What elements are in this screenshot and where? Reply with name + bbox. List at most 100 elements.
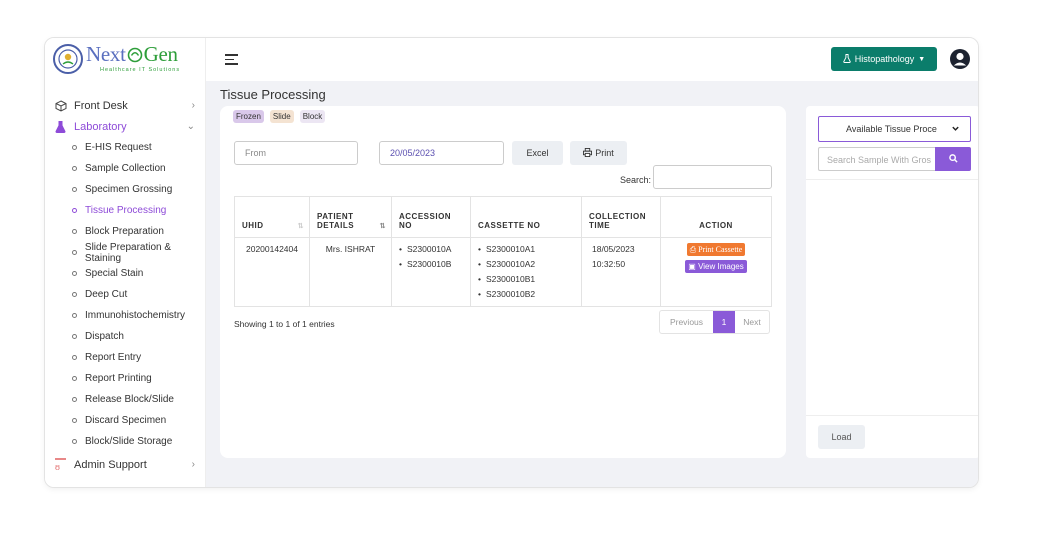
pagination-previous[interactable]: Previous xyxy=(660,311,713,333)
sidebar: Next Gen Healthcare IT Solutions Front De… xyxy=(45,38,206,487)
sidebar-subitem[interactable]: E-HIS Request xyxy=(45,137,206,158)
column-header-patient[interactable]: PATIENT DETAILS ⇅ xyxy=(309,196,392,238)
cell-uhid: 20200142404 xyxy=(234,237,310,307)
sidebar-subitem[interactable]: Release Block/Slide xyxy=(45,389,206,410)
sidebar-subitem[interactable]: Report Printing xyxy=(45,368,206,389)
department-label: Histopathology xyxy=(854,54,915,64)
sidebar-subitem[interactable]: Dispatch xyxy=(45,326,206,347)
brand-name-part1: Next xyxy=(86,42,126,67)
sidebar-subitem[interactable]: Block/Slide Storage xyxy=(45,431,206,452)
table-search-input[interactable] xyxy=(653,165,772,189)
column-header-uhid[interactable]: UHID ⇅ xyxy=(234,196,310,238)
to-date-input[interactable]: 20/05/2023 xyxy=(379,141,504,165)
print-cassette-button[interactable]: ⎙ Print Cassette xyxy=(686,243,746,256)
column-header-label: ACTION xyxy=(699,221,733,230)
collection-time: 10:32:50 xyxy=(592,259,626,269)
bullet-icon xyxy=(72,418,77,423)
pagination-page-1[interactable]: 1 xyxy=(713,311,735,333)
svg-text:ʊ: ʊ xyxy=(55,462,60,471)
load-label: Load xyxy=(831,432,852,442)
accession-item: S2300010B xyxy=(399,257,463,272)
tag-slide[interactable]: Slide xyxy=(269,110,294,123)
sidebar-item-label: Front Desk xyxy=(74,99,128,112)
sort-icon: ⇅ xyxy=(297,223,304,230)
divider xyxy=(806,415,978,416)
sidebar-subitem-label: Report Entry xyxy=(85,352,142,363)
sidebar-subitem[interactable]: Slide Preparation & Staining xyxy=(45,241,206,264)
pagination-next[interactable]: Next xyxy=(735,311,769,333)
column-header-label: PATIENT xyxy=(317,212,354,221)
chevron-right-icon: › xyxy=(191,459,195,470)
divider xyxy=(806,179,978,180)
cell-action: ⎙ Print Cassette ▣ View Images xyxy=(660,237,772,307)
print-button[interactable]: Print xyxy=(570,141,627,165)
column-header-label: CASSETTE NO xyxy=(478,221,541,230)
excel-label: Excel xyxy=(526,148,549,158)
sidebar-subitem-label: Tissue Processing xyxy=(85,205,167,216)
caret-down-icon: ▼ xyxy=(918,55,926,63)
printer-icon xyxy=(583,147,593,159)
tissue-processing-table: UHID ⇅ PATIENT DETAILS ⇅ ACCESSION NO CASSET… xyxy=(234,196,772,307)
tissue-processing-card: Frozen Slide Block From 20/05/2023 Excel… xyxy=(220,106,786,458)
load-button[interactable]: Load xyxy=(818,425,865,449)
bullet-icon xyxy=(72,292,77,297)
menu-toggle-icon[interactable] xyxy=(225,54,238,68)
sidebar-subitem[interactable]: Tissue Processing xyxy=(45,200,206,221)
table-row: 20200142404 Mrs. ISHRAT S2300010A S23000… xyxy=(234,237,772,307)
view-images-label: View Images xyxy=(698,262,744,271)
select-value: Available Tissue Proce xyxy=(846,124,937,134)
from-date-input[interactable]: From xyxy=(234,141,358,165)
sidebar-subitem[interactable]: Deep Cut xyxy=(45,284,206,305)
cell-accession: S2300010A S2300010B xyxy=(391,237,471,307)
sort-icon: ⇅ xyxy=(379,223,386,230)
flask-icon xyxy=(843,53,851,65)
sidebar-subitem-label: Deep Cut xyxy=(85,289,128,300)
tag-frozen[interactable]: Frozen xyxy=(233,110,264,123)
tag-block[interactable]: Block xyxy=(299,110,326,123)
bullet-icon xyxy=(72,397,77,402)
cell-collection-time: 18/05/2023 10:32:50 xyxy=(581,237,661,307)
sidebar-subitem-label: Slide Preparation & Staining xyxy=(84,241,172,264)
sidebar-subitem[interactable]: Special Stain xyxy=(45,263,206,284)
sidebar-subitem-label: Discard Specimen xyxy=(85,415,167,426)
app-window: Next Gen Healthcare IT Solutions Front De… xyxy=(44,37,979,488)
sidebar-subitem[interactable]: Report Entry xyxy=(45,347,206,368)
excel-button[interactable]: Excel xyxy=(512,141,563,165)
sidebar-item-admin-support[interactable]: ʊ Admin Support › xyxy=(45,454,206,475)
column-header-cassette: CASSETTE NO xyxy=(470,196,582,238)
sidebar-item-front-desk[interactable]: Front Desk › xyxy=(45,95,206,116)
cell-patient: Mrs. ISHRAT xyxy=(309,237,392,307)
sidebar-subitem[interactable]: Sample Collection xyxy=(45,158,206,179)
sidebar-subitem-label: E-HIS Request xyxy=(85,142,152,153)
sidebar-subitem[interactable]: Block Preparation xyxy=(45,221,206,242)
view-images-button[interactable]: ▣ View Images xyxy=(685,260,747,273)
cell-cassette: S2300010A1 S2300010A2 S2300010B1 S230001… xyxy=(470,237,582,307)
sidebar-subitem-label: Dispatch xyxy=(85,331,124,342)
pagination: Previous 1 Next xyxy=(659,310,770,334)
sidebar-item-laboratory[interactable]: Laboratory ⌄ xyxy=(45,116,206,137)
cube-icon xyxy=(54,99,67,112)
sample-search-input[interactable]: Search Sample With Gros xyxy=(818,147,935,171)
admin-logo-icon: ʊ xyxy=(54,458,67,471)
brand-logo[interactable]: Next Gen Healthcare IT Solutions xyxy=(53,42,203,76)
top-header: Histopathology ▼ xyxy=(206,38,978,81)
sample-search-button[interactable] xyxy=(935,147,971,171)
column-header-accession: ACCESSION NO xyxy=(391,196,471,238)
available-tissue-select[interactable]: Available Tissue Proce xyxy=(818,116,971,142)
bullet-icon xyxy=(72,229,77,234)
emblem-icon xyxy=(53,44,83,74)
column-header-label: UHID xyxy=(242,221,264,230)
user-avatar-icon[interactable] xyxy=(949,48,971,70)
department-dropdown[interactable]: Histopathology ▼ xyxy=(831,47,937,71)
sidebar-subitem[interactable]: Immunohistochemistry xyxy=(45,305,206,326)
bullet-icon xyxy=(72,271,77,276)
column-header-label: ACCESSION xyxy=(399,212,452,221)
chevron-down-icon: ⌄ xyxy=(186,121,195,132)
cassette-item: S2300010A2 xyxy=(478,257,574,272)
sidebar-subitem[interactable]: Discard Specimen xyxy=(45,410,206,431)
sidebar-subitem[interactable]: Specimen Grossing xyxy=(45,179,206,200)
column-header-label: NO xyxy=(399,221,412,230)
bullet-icon xyxy=(72,376,77,381)
print-cassette-label: Print Cassette xyxy=(698,245,743,254)
chevron-down-icon xyxy=(951,124,960,135)
